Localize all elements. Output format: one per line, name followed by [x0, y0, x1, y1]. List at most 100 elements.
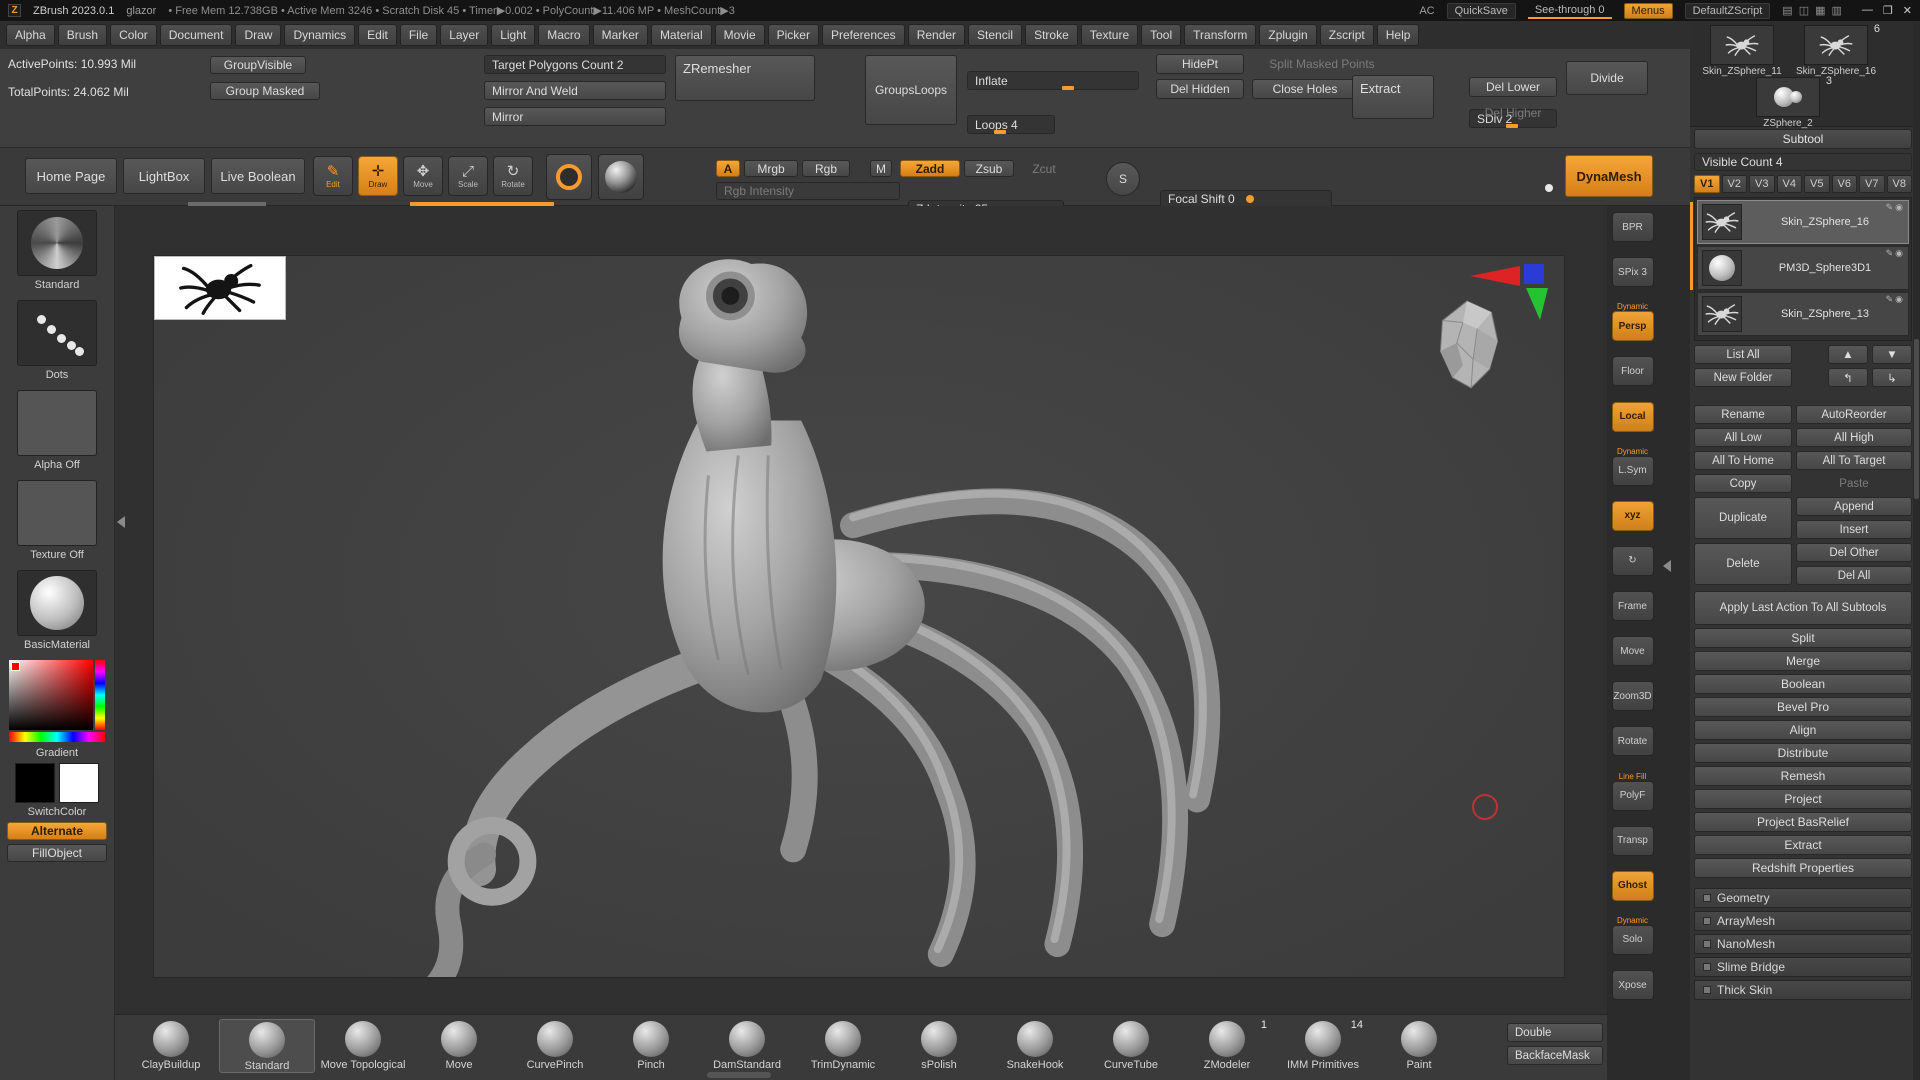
version-tab-v5[interactable]: V5 — [1804, 175, 1830, 193]
split-button[interactable]: Split — [1694, 628, 1912, 648]
hide-pt-button[interactable]: HidePt — [1156, 54, 1244, 74]
quicksave-button[interactable]: QuickSave — [1447, 3, 1516, 19]
menu-edit[interactable]: Edit — [358, 24, 397, 46]
version-tab-v3[interactable]: V3 — [1749, 175, 1775, 193]
brush-zmodeler[interactable]: 1ZModeler — [1179, 1019, 1275, 1073]
del-hidden-button[interactable]: Del Hidden — [1156, 79, 1244, 99]
maximize-button[interactable]: ❐ — [1883, 4, 1893, 17]
folder-in-button[interactable]: ↳ — [1872, 368, 1912, 387]
screen-icon[interactable]: ▦ — [1815, 4, 1825, 17]
copy-button[interactable]: Copy — [1694, 474, 1792, 493]
right-strip-local[interactable]: Local — [1611, 402, 1655, 432]
menu-transform[interactable]: Transform — [1184, 24, 1256, 46]
switch-color-label[interactable]: SwitchColor — [28, 806, 87, 818]
right-strip-frame[interactable]: Frame — [1611, 591, 1655, 621]
zadd-button[interactable]: Zadd — [900, 160, 960, 177]
rename-button[interactable]: Rename — [1694, 405, 1792, 424]
new-folder-button[interactable]: New Folder — [1694, 368, 1792, 387]
grid-icon[interactable]: ▥ — [1832, 4, 1842, 17]
all-to-target-button[interactable]: All To Target — [1796, 451, 1912, 470]
tray-item-dots[interactable]: Dots — [17, 300, 97, 381]
menu-draw[interactable]: Draw — [235, 24, 281, 46]
menu-stroke[interactable]: Stroke — [1025, 24, 1078, 46]
menu-document[interactable]: Document — [160, 24, 233, 46]
menus-button[interactable]: Menus — [1624, 3, 1673, 19]
move-down-button[interactable]: ▼ — [1872, 345, 1912, 364]
brush-move-topological[interactable]: Move Topological — [315, 1019, 411, 1073]
redshift-properties-button[interactable]: Redshift Properties — [1694, 858, 1912, 878]
sculpt-model[interactable] — [154, 256, 1564, 977]
right-strip-polyf[interactable]: Line FillPolyF — [1611, 772, 1655, 811]
mirror-button[interactable]: Mirror — [484, 107, 666, 126]
visible-count-slider[interactable]: Visible Count 4 — [1694, 153, 1912, 171]
left-tray-collapse-icon[interactable] — [117, 516, 125, 528]
tray-item-alpha-off[interactable]: Alpha Off — [17, 390, 97, 471]
brush-paint[interactable]: Paint — [1371, 1019, 1467, 1073]
apply-last-action-button[interactable]: Apply Last Action To All Subtools — [1694, 591, 1912, 625]
palette-section-arraymesh[interactable]: ArrayMesh — [1694, 911, 1912, 931]
eye-icon[interactable]: ◉ — [1895, 294, 1905, 304]
version-tab-v2[interactable]: V2 — [1722, 175, 1748, 193]
brush-pinch[interactable]: Pinch — [603, 1019, 699, 1073]
divide-button[interactable]: Divide — [1566, 61, 1648, 95]
current-material-button[interactable] — [598, 154, 644, 200]
all-to-home-button[interactable]: All To Home — [1694, 451, 1792, 470]
right-scrollbar[interactable] — [1913, 21, 1920, 1080]
loops-slider[interactable]: Loops 4 — [967, 115, 1055, 134]
project-basrelief-button[interactable]: Project BasRelief — [1694, 812, 1912, 832]
menu-preferences[interactable]: Preferences — [822, 24, 905, 46]
minimize-button[interactable]: — — [1862, 4, 1873, 17]
groups-loops-button[interactable]: GroupsLoops — [865, 55, 957, 125]
dynamesh-button[interactable]: DynaMesh — [1565, 155, 1653, 197]
eye-icon[interactable]: ◉ — [1895, 202, 1905, 212]
recent-tool-skin-zsphere-11[interactable]: Skin_ZSphere_11 — [1696, 25, 1788, 77]
see-through-slider[interactable]: See-through 0 — [1528, 3, 1612, 19]
right-strip-bpr[interactable]: BPR — [1611, 212, 1655, 242]
right-strip-xyz[interactable]: xyz — [1611, 501, 1655, 531]
mrgb-button[interactable]: Mrgb — [744, 160, 798, 177]
backfacemask-button[interactable]: BackfaceMask — [1507, 1046, 1603, 1065]
move-mode-button[interactable]: ✥ Move — [403, 156, 443, 196]
folder-out-button[interactable]: ↰ — [1828, 368, 1868, 387]
menu-dynamics[interactable]: Dynamics — [284, 24, 355, 46]
edit-mode-button[interactable]: ✎ Edit — [313, 156, 353, 196]
inflate-slider[interactable]: Inflate — [967, 71, 1139, 90]
right-strip-rotate[interactable]: Rotate — [1611, 726, 1655, 756]
doc-icon[interactable]: ▤ — [1782, 4, 1792, 17]
draw-mode-button[interactable]: ✛ Draw — [358, 156, 398, 196]
brush-curvetube[interactable]: CurveTube — [1083, 1019, 1179, 1073]
subtool-row-skin-zsphere-13[interactable]: Skin_ZSphere_13✎◉ — [1697, 292, 1909, 336]
brush-trimdynamic[interactable]: TrimDynamic — [795, 1019, 891, 1073]
menu-render[interactable]: Render — [908, 24, 965, 46]
fill-object-button[interactable]: FillObject — [7, 844, 107, 862]
brush-imm-primitives[interactable]: 14IMM Primitives — [1275, 1019, 1371, 1073]
version-tab-v1[interactable]: V1 — [1694, 175, 1720, 193]
tray-item-standard[interactable]: Standard — [17, 210, 97, 291]
brush-move[interactable]: Move — [411, 1019, 507, 1073]
main-color-swatch[interactable] — [15, 763, 55, 803]
recent-tool-zsphere-2[interactable]: 3ZSphere_2 — [1742, 77, 1834, 129]
brush-standard[interactable]: Standard — [219, 1019, 315, 1073]
menu-picker[interactable]: Picker — [768, 24, 819, 46]
scale-mode-button[interactable]: ⤢ Scale — [448, 156, 488, 196]
gradient-label[interactable]: Gradient — [36, 747, 78, 759]
merge-button[interactable]: Merge — [1694, 651, 1912, 671]
a-toggle-button[interactable]: A — [716, 160, 740, 177]
document[interactable] — [153, 255, 1565, 978]
boolean-button[interactable]: Boolean — [1694, 674, 1912, 694]
right-strip-spix-3[interactable]: SPix 3 — [1611, 257, 1655, 287]
zremesher-button[interactable]: ZRemesher — [675, 55, 815, 101]
lightbox-button[interactable]: LightBox — [123, 158, 205, 194]
home-page-button[interactable]: Home Page — [25, 158, 117, 194]
right-strip-floor[interactable]: Floor — [1611, 356, 1655, 386]
version-tab-v8[interactable]: V8 — [1887, 175, 1913, 193]
stroke-s-button[interactable]: S — [1106, 162, 1140, 196]
brush-damstandard[interactable]: DamStandard — [699, 1019, 795, 1073]
pen-icon[interactable]: ✎ — [1886, 248, 1896, 258]
autoreorder-button[interactable]: AutoReorder — [1796, 405, 1912, 424]
right-strip-xpose[interactable]: Xpose — [1611, 970, 1655, 1000]
extract-shelf-button[interactable]: Extract — [1352, 75, 1434, 119]
extract-button[interactable]: Extract — [1694, 835, 1912, 855]
menu-tool[interactable]: Tool — [1141, 24, 1181, 46]
menu-macro[interactable]: Macro — [538, 24, 589, 46]
